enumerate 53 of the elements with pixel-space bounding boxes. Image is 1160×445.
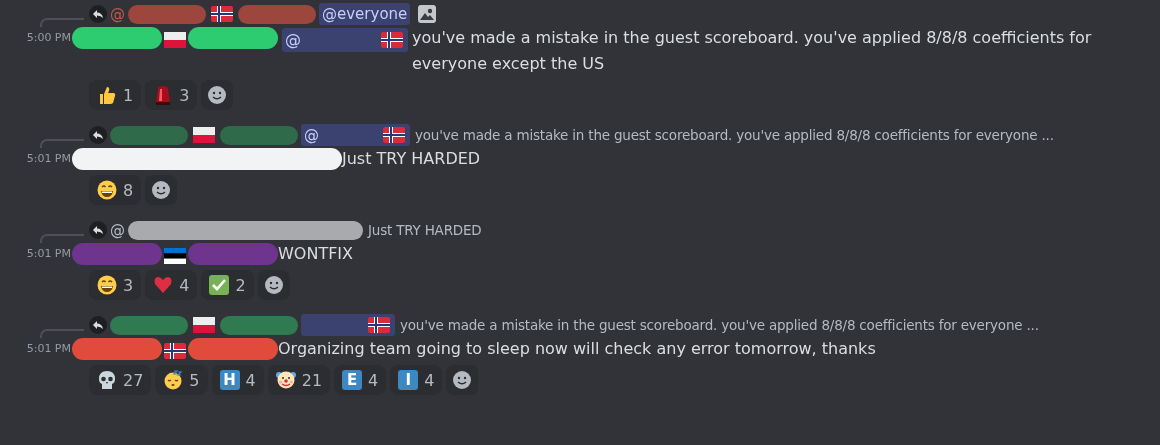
mention-prefix: @ (110, 5, 125, 23)
reaction-button[interactable]: 5 (155, 365, 208, 395)
heart-icon (153, 275, 174, 295)
reaction-button[interactable]: E 4 (334, 365, 387, 395)
reply-connector-line (40, 329, 84, 338)
sleeping-face-icon (163, 370, 184, 390)
reaction-button[interactable]: 8 (89, 175, 142, 205)
reply-preview[interactable]: Just TRY HARDED (368, 222, 482, 238)
message-text: Just TRY HARDED (342, 148, 482, 170)
smiley-icon (207, 85, 228, 105)
add-reaction-button[interactable] (201, 80, 234, 110)
reaction-button[interactable]: 21 (267, 365, 331, 395)
letter-tile: H (219, 370, 240, 390)
user-mention[interactable]: @everyone (319, 3, 411, 25)
reply-preview[interactable]: you've made a mistake in the guest scoreboard. you've applied 8/8/8 coefficients for everyone ... (400, 317, 1039, 333)
timestamp: 5:00 PM (25, 30, 71, 46)
skull-icon (97, 370, 117, 390)
user-mention[interactable]: @ (301, 124, 410, 146)
reaction-button[interactable]: 2 (201, 270, 254, 300)
message-text: you've made a mistake in the guest scoreboard. you've applied 8/8/8 coefficients for everyone except the US (412, 27, 1093, 75)
add-reaction-button[interactable] (145, 175, 178, 205)
message-text: Organizing team going to sleep now will check any error tomorrow, thanks (278, 338, 877, 360)
clown-face-icon (275, 370, 296, 390)
user-mention[interactable] (301, 314, 395, 336)
grinning-face-icon (97, 275, 117, 295)
message-text: WONTFIX (278, 243, 355, 265)
smiley-icon (263, 275, 284, 295)
grinning-face-icon (97, 180, 117, 200)
user-mention[interactable]: @ (282, 28, 408, 52)
image-icon (417, 4, 438, 24)
reaction-button[interactable]: H 4 (211, 365, 264, 395)
reply-preview[interactable]: you've made a mistake in the guest scoreboard. you've applied 8/8/8 coefficients for everyone ... (415, 127, 1054, 143)
reply-connector-line (40, 234, 84, 243)
add-reaction-button[interactable] (257, 270, 290, 300)
thumbs-up-icon (97, 85, 117, 105)
letter-tile: E (342, 370, 363, 390)
add-reaction-button[interactable] (446, 365, 479, 395)
reaction-button[interactable]: I 4 (390, 365, 443, 395)
reaction-button[interactable]: 27 (89, 365, 152, 395)
timestamp: 5:01 PM (25, 151, 71, 167)
reaction-button[interactable]: 3 (145, 80, 198, 110)
reply-connector-line (40, 139, 84, 148)
reaction-button[interactable]: 4 (145, 270, 198, 300)
smiley-icon (151, 180, 172, 200)
reply-connector-line (40, 18, 84, 27)
timestamp: 5:01 PM (25, 246, 71, 262)
smiley-icon (452, 370, 473, 390)
timestamp: 5:01 PM (25, 341, 71, 357)
reaction-button[interactable]: 1 (89, 80, 142, 110)
reaction-button[interactable]: 3 (89, 270, 142, 300)
mention-prefix: @ (110, 221, 125, 239)
letter-tile: I (398, 370, 419, 390)
check-mark-icon (209, 275, 230, 295)
